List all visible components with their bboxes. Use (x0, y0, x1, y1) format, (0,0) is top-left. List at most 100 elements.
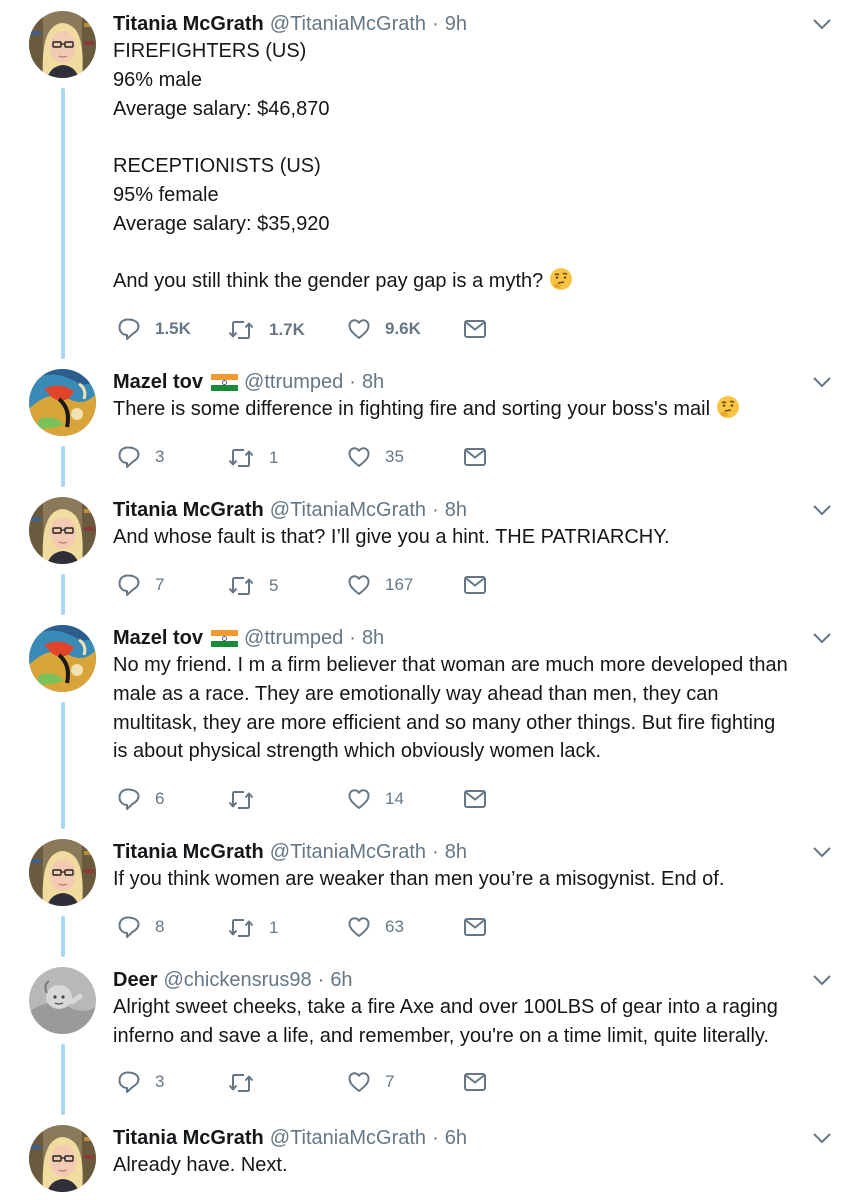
avatar[interactable] (29, 497, 96, 564)
separator-dot: · (432, 1126, 439, 1149)
reply-button[interactable]: 6 (117, 787, 164, 811)
timestamp[interactable]: 9h (445, 13, 467, 36)
tweet-actions: 1.5K 1.7K 9.6K (117, 317, 517, 345)
avatar[interactable] (29, 625, 96, 692)
chevron-down-icon[interactable] (812, 503, 832, 517)
retweet-button[interactable] (227, 787, 269, 813)
reply-button[interactable]: 1.5K (117, 317, 191, 341)
like-button[interactable]: 35 (347, 445, 404, 469)
timestamp[interactable]: 8h (362, 371, 384, 394)
tweet-actions: 7 5 167 (117, 573, 517, 601)
thread-connector-line (61, 88, 65, 359)
direct-message-button[interactable] (463, 573, 487, 597)
timestamp[interactable]: 8h (445, 499, 467, 522)
tweet-text-span: There is some difference in fighting fir… (113, 398, 711, 420)
tweet-text-line: Average salary: $46,870 (113, 95, 843, 124)
timestamp[interactable]: 6h (445, 1127, 467, 1150)
likes-count: 14 (385, 789, 404, 808)
tweet-text-line (113, 239, 843, 268)
reply-button[interactable]: 8 (117, 915, 164, 939)
heart-icon (347, 445, 371, 469)
retweet-button[interactable]: 1 (227, 915, 278, 941)
reply-button[interactable]: 3 (117, 445, 164, 469)
tweet-text-span: multitask, they are more efficient and s… (113, 711, 776, 734)
username-handle[interactable]: @ttrumped (244, 627, 343, 650)
avatar[interactable] (29, 967, 96, 1034)
tweet-text-line: 95% female (113, 181, 843, 210)
timestamp[interactable]: 8h (362, 627, 384, 650)
replies-count: 3 (155, 1072, 165, 1091)
tweet-text-span: inferno and save a life, and remember, y… (113, 1024, 769, 1047)
direct-message-button[interactable] (463, 1070, 487, 1094)
retweet-icon (227, 445, 255, 471)
direct-message-button[interactable] (463, 915, 487, 939)
timestamp[interactable]: 8h (445, 841, 467, 864)
chevron-down-icon[interactable] (812, 1131, 832, 1145)
display-name[interactable]: Mazel tov (113, 627, 203, 650)
tweet-text-line (113, 123, 843, 152)
retweet-button[interactable] (227, 1070, 269, 1096)
username-handle[interactable]: @TitaniaMcGrath (270, 841, 426, 864)
username-handle[interactable]: @TitaniaMcGrath (270, 1127, 426, 1150)
chevron-down-icon[interactable] (812, 375, 832, 389)
likes-count: 63 (385, 917, 404, 936)
heart-icon (347, 915, 371, 939)
tweet-text: There is some difference in fighting fir… (113, 395, 843, 424)
separator-dot: · (432, 12, 439, 35)
chevron-down-icon[interactable] (812, 845, 832, 859)
display-name[interactable]: Deer (113, 969, 157, 992)
replies-count: 3 (155, 447, 165, 466)
tweet-text-line: inferno and save a life, and remember, y… (113, 1022, 843, 1051)
like-button[interactable]: 63 (347, 915, 404, 939)
avatar[interactable] (29, 11, 96, 78)
username-handle[interactable]: @TitaniaMcGrath (270, 499, 426, 522)
username-handle[interactable]: @TitaniaMcGrath (270, 13, 426, 36)
tweet-text-span: If you think women are weaker than men y… (113, 868, 725, 890)
reply-button[interactable]: 7 (117, 573, 164, 597)
like-button[interactable]: 7 (347, 1070, 394, 1094)
envelope-icon (463, 573, 487, 597)
timestamp[interactable]: 6h (330, 969, 352, 992)
chevron-down-icon[interactable] (812, 631, 832, 645)
like-button[interactable]: 14 (347, 787, 404, 811)
like-button[interactable]: 9.6K (347, 317, 421, 341)
retweet-button[interactable]: 5 (227, 573, 278, 599)
tweet-text: And whose fault is that? I’ll give you a… (113, 523, 843, 552)
envelope-icon (463, 915, 487, 939)
tweet-text-span: Average salary: $46,870 (113, 97, 330, 120)
replies-count: 8 (155, 917, 165, 936)
direct-message-button[interactable] (463, 317, 487, 341)
separator-dot: · (317, 968, 325, 991)
tweet-text-span: And you still think the gender pay gap i… (113, 270, 544, 293)
direct-message-button[interactable] (463, 787, 487, 811)
display-name[interactable]: Titania McGrath (113, 13, 264, 36)
avatar[interactable] (29, 1125, 96, 1192)
display-name[interactable]: Mazel tov (113, 371, 203, 394)
reply-icon (117, 317, 141, 341)
thread-connector-line (61, 1044, 65, 1115)
display-name[interactable]: Titania McGrath (113, 1127, 264, 1150)
retweet-icon (227, 573, 255, 599)
direct-message-button[interactable] (463, 445, 487, 469)
tweet-actions: 8 1 63 (117, 915, 517, 943)
display-name[interactable]: Titania McGrath (113, 841, 264, 864)
like-button[interactable]: 167 (347, 573, 413, 597)
chevron-down-icon[interactable] (812, 17, 832, 31)
replies-count: 6 (155, 789, 165, 808)
replies-count: 7 (155, 575, 165, 594)
username-handle[interactable]: @chickensrus98 (163, 969, 311, 992)
tweet-text-span: FIREFIGHTERS (US) (113, 40, 307, 62)
tweet-text-line: Already have. Next. (113, 1151, 843, 1180)
retweets-count: 1 (269, 918, 279, 937)
tweet-text-line: If you think women are weaker than men y… (113, 865, 843, 894)
display-name[interactable]: Titania McGrath (113, 499, 264, 522)
tweet-text-line: RECEPTIONISTS (US) (113, 152, 843, 181)
chevron-down-icon[interactable] (812, 973, 832, 987)
username-handle[interactable]: @ttrumped (244, 371, 343, 394)
reply-button[interactable]: 3 (117, 1070, 164, 1094)
avatar[interactable] (29, 369, 96, 436)
retweet-button[interactable]: 1.7K (227, 317, 305, 343)
reply-icon (117, 1070, 141, 1094)
avatar[interactable] (29, 839, 96, 906)
retweet-button[interactable]: 1 (227, 445, 278, 471)
